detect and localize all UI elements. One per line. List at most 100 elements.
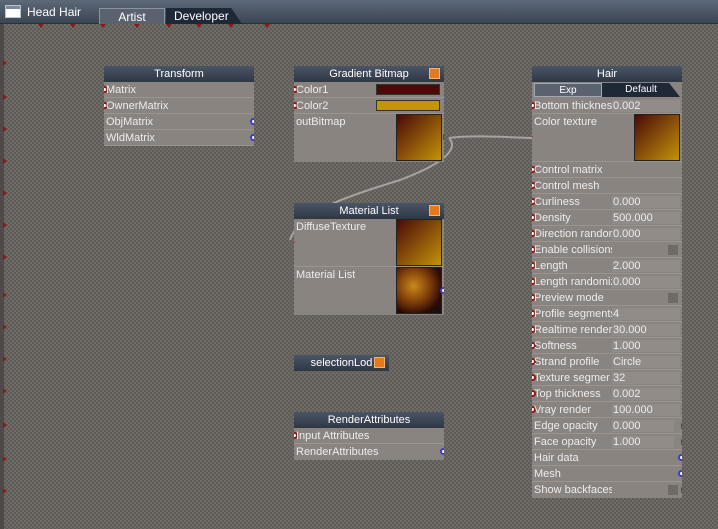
color1-swatch[interactable]: [376, 84, 440, 95]
input-port[interactable]: [294, 239, 295, 245]
tab-exp[interactable]: Exp: [534, 83, 602, 97]
hair-attribute-row: Profile segments 4: [532, 306, 682, 322]
color2-swatch[interactable]: [376, 100, 440, 111]
selection-lod-node[interactable]: selectionLod: [294, 355, 389, 371]
attribute-label: Direction randor: [534, 228, 612, 240]
edge-connector-marker: [3, 388, 7, 394]
attribute-label: Control matrix: [534, 164, 603, 176]
input-port[interactable]: [532, 134, 533, 140]
node-header[interactable]: Transform: [104, 66, 254, 82]
port-row: Color2: [294, 98, 444, 114]
gradient-bitmap-node[interactable]: Gradient Bitmap Color1 Color2 outBitmap: [294, 66, 444, 162]
node-header[interactable]: RenderAttributes: [294, 412, 444, 428]
port-row: OwnerMatrix: [104, 98, 254, 114]
tab-developer[interactable]: Developer: [166, 8, 242, 24]
hair-attribute-list: Bottom thicknes 0.002 Color texture Control…: [532, 98, 682, 498]
node-header[interactable]: Material List: [294, 203, 444, 219]
port-label: RenderAttributes: [296, 446, 379, 458]
port-row: WldMatrix: [104, 130, 254, 146]
output-port[interactable]: [681, 439, 682, 445]
port-row: ObjMatrix: [104, 114, 254, 130]
port-row: DiffuseTexture: [294, 219, 444, 267]
port-label: DiffuseTexture: [296, 221, 367, 233]
port-label: OwnerMatrix: [106, 100, 169, 112]
attribute-label: Top thickness: [534, 388, 601, 400]
output-port[interactable]: [681, 487, 682, 493]
attribute-label: Realtime render: [534, 324, 612, 336]
attribute-label: Density: [534, 212, 571, 224]
output-port[interactable]: [440, 448, 444, 455]
node-header[interactable]: Hair: [532, 66, 682, 82]
output-port[interactable]: [250, 134, 254, 141]
attribute-label: Length randomiz: [534, 276, 612, 288]
attribute-label: Face opacity: [534, 436, 597, 448]
attribute-checkbox[interactable]: [668, 485, 678, 495]
attribute-value-field[interactable]: 100.000: [612, 404, 680, 416]
render-attributes-node[interactable]: RenderAttributes Input Attributes Render…: [294, 412, 444, 460]
output-port[interactable]: [443, 134, 444, 140]
hair-attribute-row: Bottom thicknes 0.002: [532, 98, 682, 114]
edge-connector-marker: [3, 94, 7, 100]
port-label: Material List: [296, 269, 356, 281]
hair-attribute-row: Face opacity 1.000: [532, 434, 682, 450]
hair-attribute-row: Enable collisions: [532, 242, 682, 258]
hair-attribute-row: Length 2.000: [532, 258, 682, 274]
edge-connector-marker: [264, 24, 270, 28]
edge-connector-marker: [3, 254, 7, 260]
edge-connector-marker: [196, 24, 202, 28]
material-list-node[interactable]: Material List DiffuseTexture Material Li…: [294, 203, 444, 315]
attribute-checkbox[interactable]: [668, 245, 678, 255]
edge-connector-marker: [3, 190, 7, 196]
attribute-value-field[interactable]: Circle: [612, 356, 680, 368]
attribute-value-field[interactable]: 0.002: [612, 100, 680, 112]
port-label: Matrix: [106, 84, 136, 96]
hair-attribute-row: Hair data: [532, 450, 682, 466]
attribute-value-field[interactable]: 0.000: [612, 276, 680, 288]
hair-attribute-row: Realtime render 30.000: [532, 322, 682, 338]
attribute-value-field[interactable]: 0.000: [612, 196, 680, 208]
attribute-value-field[interactable]: 1.000: [612, 436, 674, 448]
attribute-value-field[interactable]: 0.000: [612, 420, 674, 432]
attribute-value-field[interactable]: 30.000: [612, 324, 680, 336]
node-preview-toggle[interactable]: [374, 357, 385, 368]
output-port[interactable]: [440, 287, 444, 294]
output-port[interactable]: [250, 118, 254, 125]
port-label: Color1: [296, 84, 329, 96]
hair-attribute-row: Texture segmer 32: [532, 370, 682, 386]
output-port[interactable]: [681, 423, 682, 429]
tab-default[interactable]: Default: [602, 83, 680, 97]
hair-attribute-row: Preview mode: [532, 290, 682, 306]
attribute-value-field[interactable]: 0.002: [612, 388, 680, 400]
edge-connector-marker: [3, 158, 7, 164]
edge-connector-marker: [3, 292, 7, 298]
attribute-value-field[interactable]: 32: [612, 372, 680, 384]
edge-connector-marker: [3, 456, 7, 462]
hair-attribute-row: Top thickness 0.002: [532, 386, 682, 402]
attribute-value-field[interactable]: 500.000: [612, 212, 680, 224]
node-preview-toggle[interactable]: [429, 68, 440, 79]
hair-attribute-row: Strand profile Circle: [532, 354, 682, 370]
window-titlebar: Head Hair Artist Developer: [0, 0, 718, 24]
attribute-value-field[interactable]: 4: [612, 308, 680, 320]
node-header[interactable]: selectionLod: [294, 355, 389, 371]
attribute-value-field[interactable]: 2.000: [612, 260, 680, 272]
material-sphere-thumbnail: [396, 267, 442, 314]
tab-artist[interactable]: Artist: [99, 8, 165, 24]
attribute-value-field[interactable]: 1.000: [612, 340, 680, 352]
node-preview-toggle[interactable]: [429, 205, 440, 216]
attribute-checkbox[interactable]: [668, 293, 678, 303]
edge-connector-marker: [3, 356, 7, 362]
transform-node[interactable]: Transform Matrix OwnerMatrix ObjMatrix W…: [104, 66, 254, 146]
attribute-label: Show backfaces: [534, 484, 612, 496]
attribute-label: Strand profile: [534, 356, 600, 368]
output-port[interactable]: [678, 454, 682, 461]
output-port[interactable]: [678, 470, 682, 477]
hair-node[interactable]: Hair Exp Default Bottom thicknes 0.002 Col…: [532, 66, 682, 498]
node-header[interactable]: Gradient Bitmap: [294, 66, 444, 82]
edge-connector-marker: [70, 24, 76, 28]
hair-attribute-row: Color texture: [532, 114, 682, 162]
hair-attribute-row: Mesh: [532, 466, 682, 482]
window-title: Head Hair: [27, 5, 82, 19]
attribute-value-field[interactable]: 0.000: [612, 228, 680, 240]
attribute-label: Enable collisions: [534, 244, 612, 256]
